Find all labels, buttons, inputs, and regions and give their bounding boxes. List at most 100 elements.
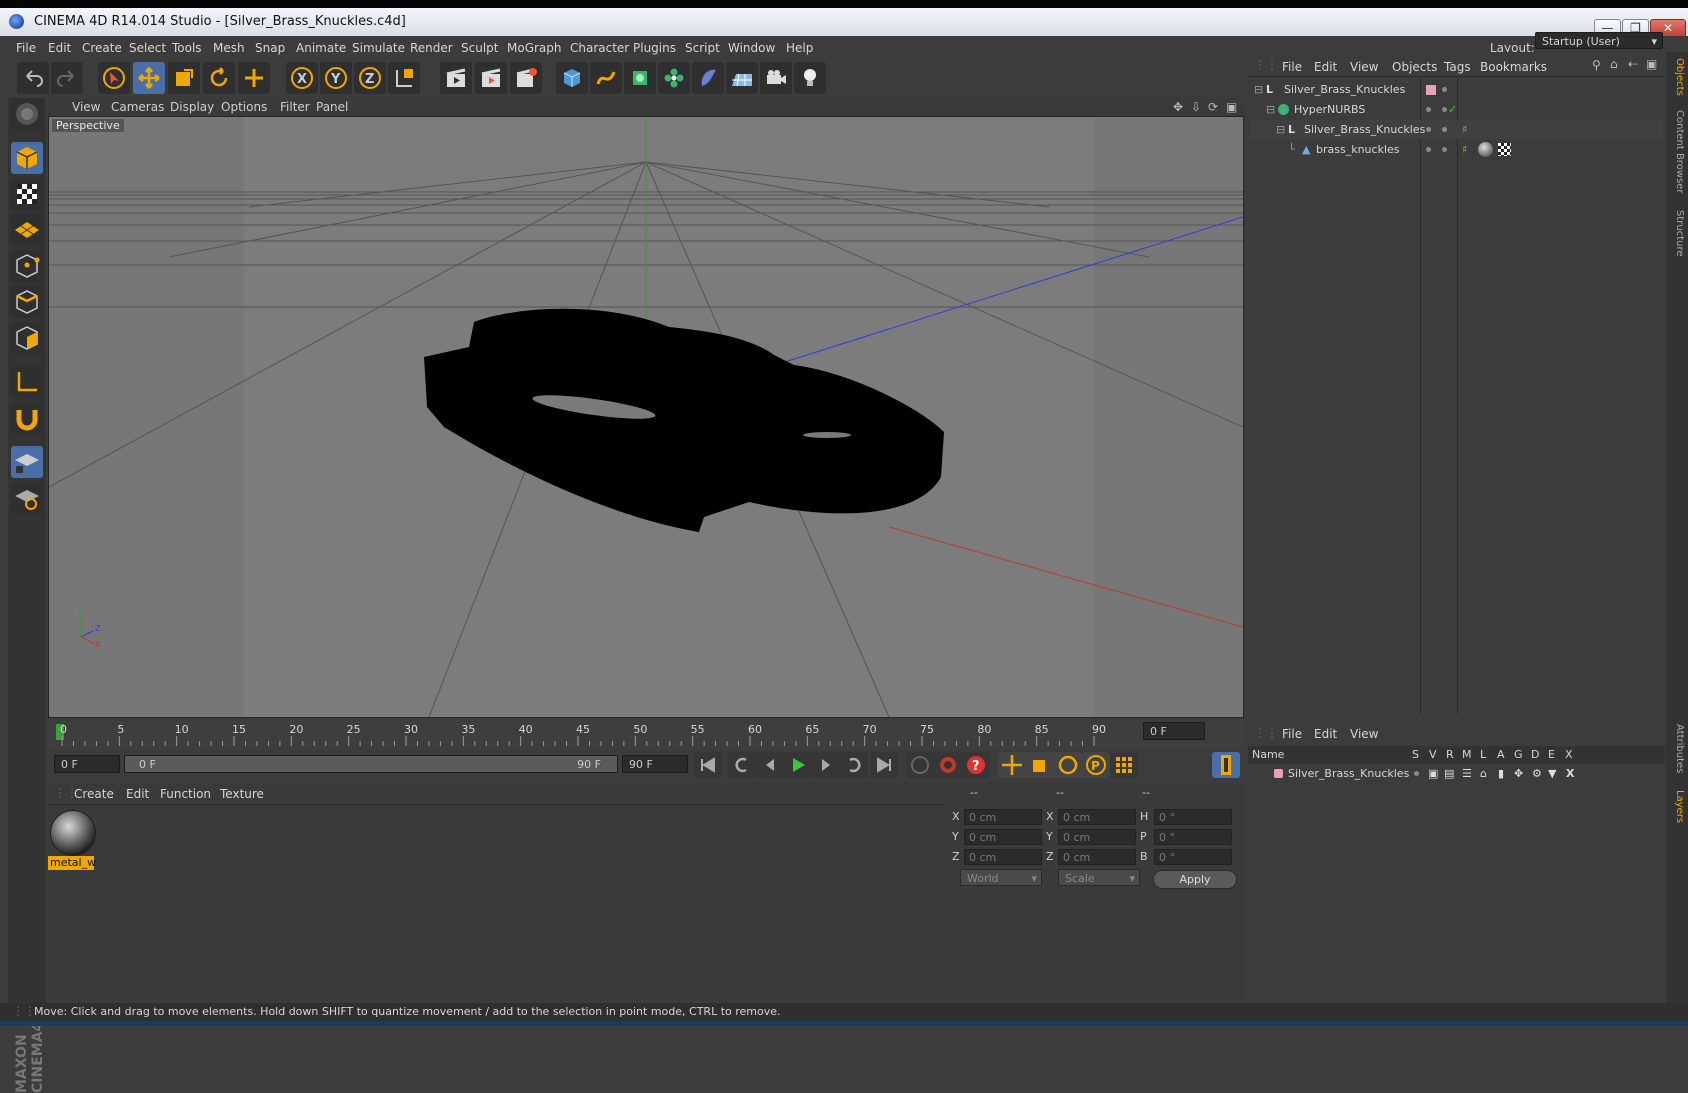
phong-tag-icon[interactable]: ♯: [1462, 120, 1467, 139]
render-dot[interactable]: [1442, 147, 1447, 152]
solo-toggle-icon[interactable]: [1414, 771, 1419, 776]
layer-column-m[interactable]: M: [1462, 748, 1472, 761]
generator-icon[interactable]: ✥: [1514, 764, 1523, 783]
visibility-dot[interactable]: [1426, 147, 1431, 152]
render-icon[interactable]: ▤: [1444, 764, 1454, 783]
autokey-button[interactable]: [934, 752, 962, 778]
coordinate-system-button[interactable]: [388, 62, 420, 94]
menu-mograph[interactable]: MoGraph: [507, 41, 562, 55]
objects-menu-tags[interactable]: Tags: [1444, 60, 1471, 74]
add-camera-button[interactable]: [760, 62, 792, 94]
layer-column-r[interactable]: R: [1446, 748, 1454, 761]
add-cube-button[interactable]: [556, 62, 588, 94]
object-row-root[interactable]: ⊟ L Silver_Brass_Knuckles: [1250, 80, 1663, 99]
add-deformer-button[interactable]: [692, 62, 724, 94]
layer-column-v[interactable]: V: [1429, 748, 1437, 761]
search-icon[interactable]: ⚲: [1592, 58, 1601, 72]
record-parameter-button[interactable]: P: [1082, 752, 1110, 778]
objects-menu-objects[interactable]: Objects: [1392, 60, 1437, 74]
next-frame-button[interactable]: [812, 752, 840, 778]
render-settings-button[interactable]: [510, 62, 542, 94]
end-frame-field[interactable]: 90 F: [622, 755, 688, 773]
redo-button[interactable]: [51, 62, 83, 94]
timeline-ruler[interactable]: 0 5 10 15 20 25 30 35 40 45 50 55 60 65 70 75 80 85 90 0 F: [48, 720, 1244, 748]
layer-color-swatch[interactable]: [1274, 769, 1283, 778]
record-rotation-button[interactable]: [1054, 752, 1082, 778]
size-mode-dropdown[interactable]: Scale ▾: [1058, 869, 1140, 886]
record-button[interactable]: [906, 752, 934, 778]
layer-column-s[interactable]: S: [1412, 748, 1419, 761]
model-mode-tool[interactable]: [11, 142, 43, 174]
menu-tools[interactable]: Tools: [172, 41, 202, 55]
z-axis-lock-button[interactable]: Z: [354, 62, 386, 94]
enable-axis-tool[interactable]: [11, 366, 43, 398]
add-tool[interactable]: [238, 62, 270, 94]
phong-tag-icon[interactable]: ♯: [1462, 140, 1467, 159]
size-z-field[interactable]: 0 cm: [1058, 849, 1136, 865]
keyframe-selection-button[interactable]: ?: [962, 752, 990, 778]
menu-simulate[interactable]: Simulate: [352, 41, 405, 55]
render-dot[interactable]: [1442, 127, 1447, 132]
objects-menu-view[interactable]: View: [1350, 60, 1378, 74]
arrow-back-icon[interactable]: ⇠: [1628, 57, 1638, 71]
menu-edit[interactable]: Edit: [48, 41, 71, 55]
coordinate-space-dropdown[interactable]: World ▾: [960, 869, 1042, 886]
layer-column-l[interactable]: L: [1480, 748, 1486, 761]
expression-icon[interactable]: ▼: [1548, 764, 1556, 783]
visibility-dot[interactable]: [1442, 87, 1447, 92]
layers-menu-file[interactable]: File: [1282, 727, 1302, 741]
layers-menu-view[interactable]: View: [1350, 727, 1378, 741]
move-tool[interactable]: [133, 62, 165, 94]
perspective-viewport[interactable]: Perspective Y X Z: [48, 116, 1244, 718]
object-row-hypernurbs[interactable]: ⊟ HyperNURBS ✓: [1250, 100, 1663, 119]
layout-dropdown[interactable]: Startup (User) ▾: [1535, 32, 1663, 49]
menu-window[interactable]: Window: [728, 41, 775, 55]
tree-collapse-icon[interactable]: ⊟: [1266, 100, 1275, 119]
render-view-button[interactable]: [440, 62, 472, 94]
add-light-button[interactable]: [794, 62, 826, 94]
menu-script[interactable]: Script: [685, 41, 720, 55]
layer-column-g[interactable]: G: [1514, 748, 1523, 761]
render-to-picture-viewer-button[interactable]: [475, 62, 507, 94]
workplane-lock-tool[interactable]: [11, 446, 43, 478]
add-floor-button[interactable]: [726, 62, 758, 94]
layer-name[interactable]: Silver_Brass_Knuckles: [1288, 764, 1409, 783]
undo-button[interactable]: [17, 62, 49, 94]
material-menu-texture[interactable]: Texture: [220, 787, 264, 801]
menu-select[interactable]: Select: [129, 41, 166, 55]
tree-collapse-icon[interactable]: ⊟: [1276, 120, 1285, 139]
viewport-menu-view[interactable]: View: [72, 100, 100, 114]
menu-create[interactable]: Create: [82, 41, 122, 55]
menu-animate[interactable]: Animate: [296, 41, 346, 55]
manager-icon[interactable]: ☰: [1462, 764, 1472, 783]
locked-workplane-tool[interactable]: [11, 482, 43, 514]
viewport-move-icon[interactable]: ✥: [1173, 100, 1183, 114]
position-y-field[interactable]: 0 cm: [964, 829, 1042, 845]
viewport-menu-panel[interactable]: Panel: [316, 100, 348, 114]
record-position-button[interactable]: [998, 752, 1026, 778]
objects-menu-file[interactable]: File: [1282, 60, 1302, 74]
menu-file[interactable]: File: [16, 41, 36, 55]
y-axis-lock-button[interactable]: Y: [320, 62, 352, 94]
material-menu-edit[interactable]: Edit: [126, 787, 149, 801]
layer-column-e[interactable]: E: [1548, 748, 1555, 761]
position-z-field[interactable]: 0 cm: [964, 849, 1042, 865]
previous-frame-button[interactable]: [756, 752, 784, 778]
frame-range-slider[interactable]: 0 F 90 F: [124, 755, 618, 773]
viewport-menu-options[interactable]: Options: [221, 100, 267, 114]
menu-snap[interactable]: Snap: [255, 41, 285, 55]
material-thumbnail[interactable]: [50, 810, 96, 856]
material-tag-icon[interactable]: [1478, 142, 1493, 157]
scale-tool[interactable]: [168, 62, 200, 94]
go-to-start-button[interactable]: [694, 752, 722, 778]
snap-tool[interactable]: [11, 402, 43, 434]
layer-column-name[interactable]: Name: [1252, 748, 1284, 761]
material-menu-function[interactable]: Function: [160, 787, 211, 801]
visibility-dot[interactable]: [1426, 127, 1431, 132]
xref-icon[interactable]: X: [1566, 764, 1574, 783]
polygons-mode-tool[interactable]: [11, 322, 43, 354]
viewport-zoom-icon[interactable]: ⇩: [1191, 100, 1201, 114]
menu-sculpt[interactable]: Sculpt: [461, 41, 498, 55]
previous-key-button[interactable]: [728, 752, 756, 778]
layer-column-d[interactable]: D: [1531, 748, 1539, 761]
